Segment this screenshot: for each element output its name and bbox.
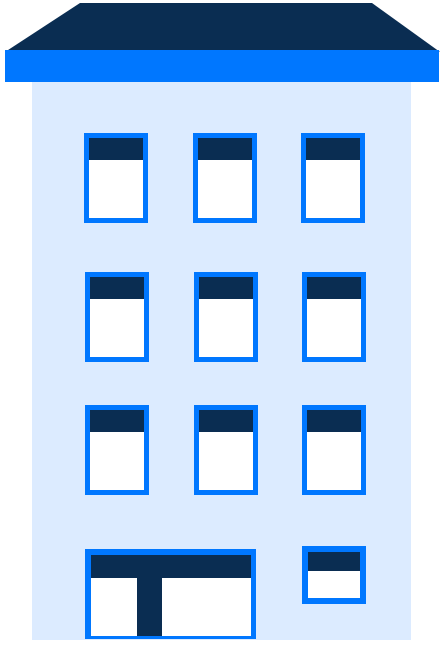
window: [85, 405, 149, 495]
window: [302, 272, 366, 362]
door-transom: [91, 555, 251, 578]
window-blind: [198, 138, 252, 160]
window-blind: [199, 277, 253, 299]
door-glass-right: [162, 578, 251, 636]
window: [301, 133, 365, 223]
small-window: [302, 546, 366, 604]
window-blind: [90, 410, 144, 432]
window: [84, 133, 148, 223]
window-blind: [90, 277, 144, 299]
entrance-door: [85, 549, 256, 639]
door-glass-left: [91, 578, 137, 636]
door-post: [137, 578, 162, 636]
building-icon: [5, 3, 440, 640]
window-blind: [199, 410, 253, 432]
roof-cornice: [5, 50, 439, 82]
window: [194, 272, 258, 362]
window: [193, 133, 257, 223]
window: [194, 405, 258, 495]
window-blind: [307, 410, 361, 432]
roof: [5, 3, 440, 52]
window-blind: [307, 277, 361, 299]
building-illustration: [0, 0, 445, 650]
window-blind: [306, 138, 360, 160]
small-window-blind: [308, 552, 360, 571]
window: [302, 405, 366, 495]
windows-grid: [84, 133, 366, 495]
window-blind: [89, 138, 143, 160]
window: [85, 272, 149, 362]
